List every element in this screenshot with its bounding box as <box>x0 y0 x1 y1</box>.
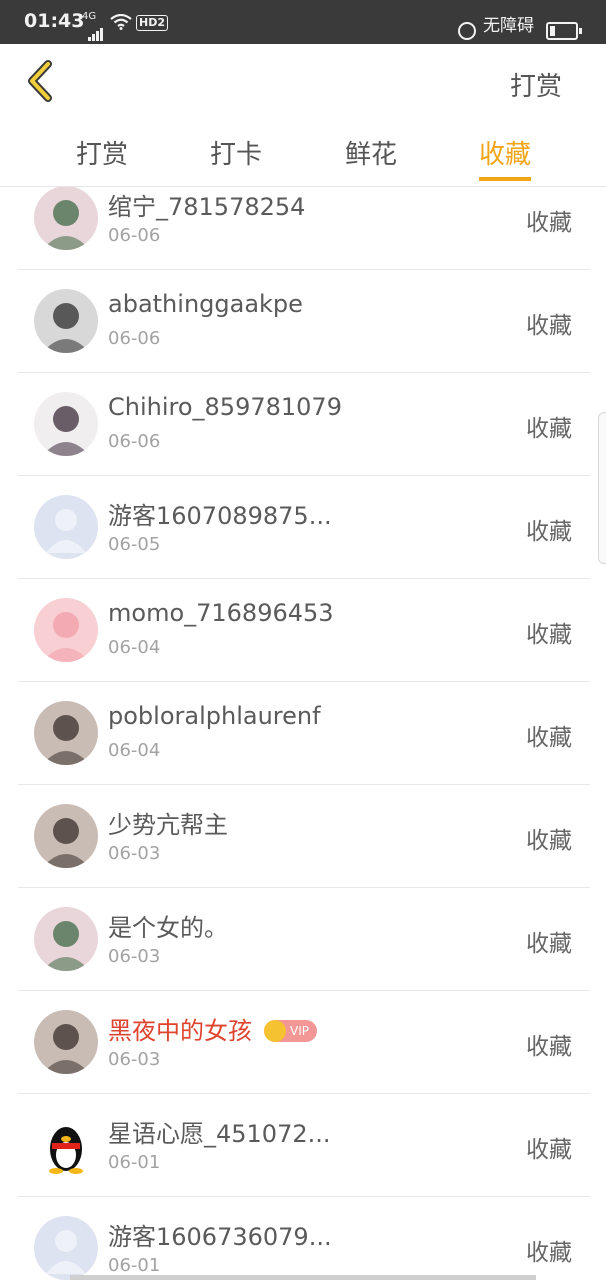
tab-checkin[interactable]: 打卡 <box>210 134 262 171</box>
user-name[interactable]: momo_716896453 <box>108 599 334 627</box>
favorite-date: 06-01 <box>108 1255 161 1276</box>
favorite-date: 06-06 <box>108 431 161 452</box>
favorite-date: 06-06 <box>108 225 161 246</box>
girl-photo-avatar[interactable] <box>34 701 98 765</box>
list-item[interactable]: 星语心愿_451072... 06-01 收藏 <box>18 1094 590 1197</box>
favorite-action-label[interactable]: 收藏 <box>526 821 572 855</box>
favorite-action-label[interactable]: 收藏 <box>526 718 572 752</box>
favorite-action-label[interactable]: 收藏 <box>526 1233 572 1267</box>
tab-bar: 打赏 打卡 鲜花 收藏 <box>0 120 606 187</box>
user-name[interactable]: 黑夜中的女孩 VIP <box>108 1011 317 1046</box>
tab-flowers[interactable]: 鲜花 <box>345 134 397 171</box>
list-item[interactable]: 游客1607089875... 06-05 收藏 <box>18 476 590 579</box>
user-name[interactable]: 是个女的。 <box>108 908 228 943</box>
favorite-date: 06-01 <box>108 1152 161 1173</box>
list-item[interactable]: 黑夜中的女孩 VIP 06-03 收藏 <box>18 991 590 1094</box>
scroll-handle[interactable] <box>598 412 606 564</box>
hd-icon: HD2 <box>136 15 168 31</box>
reward-button[interactable]: 打赏 <box>510 66 562 103</box>
user-name[interactable]: 星语心愿_451072... <box>108 1114 331 1149</box>
tab-reward[interactable]: 打赏 <box>76 134 128 171</box>
list-item[interactable]: 绾宁_781578254 06-06 收藏 <box>18 187 590 270</box>
favorite-action-label[interactable]: 收藏 <box>526 615 572 649</box>
user-name[interactable]: 少势亢帮主 <box>108 805 228 840</box>
favorite-action-label[interactable]: 收藏 <box>526 306 572 340</box>
favorite-action-label[interactable]: 收藏 <box>526 512 572 546</box>
user-name-text: 星语心愿_451072... <box>108 1120 331 1148</box>
favorite-date: 06-03 <box>108 1049 161 1070</box>
list-item[interactable]: 少势亢帮主 06-03 收藏 <box>18 785 590 888</box>
vip-badge: VIP <box>264 1020 317 1042</box>
user-name-text: 少势亢帮主 <box>108 811 228 839</box>
accessibility-label: 无障碍 <box>483 16 534 36</box>
girl-photo-avatar[interactable] <box>34 804 98 868</box>
anime-boy-avatar[interactable] <box>34 392 98 456</box>
favorite-action-label[interactable]: 收藏 <box>526 924 572 958</box>
anime-girl-avatar[interactable] <box>34 907 98 971</box>
tab-favorites[interactable]: 收藏 <box>479 134 531 171</box>
list-item[interactable]: pobloralphlaurenf 06-04 收藏 <box>18 682 590 785</box>
favorite-action-label[interactable]: 收藏 <box>526 1130 572 1164</box>
wifi-icon <box>110 14 132 30</box>
status-bar: 01:43 4G HD2 无障碍 <box>0 0 606 44</box>
header: 打赏 <box>0 44 606 120</box>
user-name-text: momo_716896453 <box>108 599 334 627</box>
active-tab-indicator <box>479 177 531 181</box>
street-sign-avatar[interactable] <box>34 289 98 353</box>
user-name-text: 是个女的。 <box>108 914 228 942</box>
user-name-text: 黑夜中的女孩 <box>108 1017 252 1045</box>
favorite-action-label[interactable]: 收藏 <box>526 203 572 237</box>
user-name-text: pobloralphlaurenf <box>108 702 321 730</box>
user-name[interactable]: Chihiro_859781079 <box>108 393 342 421</box>
list-item[interactable]: 游客1606736079... 06-01 收藏 <box>18 1197 590 1280</box>
default-user-avatar[interactable] <box>34 495 98 559</box>
user-name-text: abathinggaakpe <box>108 290 303 318</box>
user-name[interactable]: 绾宁_781578254 <box>108 187 305 222</box>
signal-icon <box>88 22 104 41</box>
network-type: 4G <box>82 11 97 22</box>
back-arrow-icon[interactable] <box>22 58 56 104</box>
user-name[interactable]: abathinggaakpe <box>108 290 303 318</box>
anime-girl-avatar[interactable] <box>34 187 98 250</box>
favorite-action-label[interactable]: 收藏 <box>526 409 572 443</box>
dnd-icon <box>458 22 476 40</box>
favorite-date: 06-05 <box>108 534 161 555</box>
favorite-date: 06-03 <box>108 946 161 967</box>
list-item[interactable]: 是个女的。 06-03 收藏 <box>18 888 590 991</box>
gesture-bar <box>70 1275 536 1280</box>
user-name[interactable]: pobloralphlaurenf <box>108 702 321 730</box>
user-name[interactable]: 游客1606736079... <box>108 1217 332 1252</box>
favorite-date: 06-04 <box>108 637 161 658</box>
pink-cartoon-avatar[interactable] <box>34 598 98 662</box>
user-name-text: 绾宁_781578254 <box>108 193 306 221</box>
status-time: 01:43 <box>24 10 85 32</box>
list-item[interactable]: momo_716896453 06-04 收藏 <box>18 579 590 682</box>
qq-penguin-avatar[interactable] <box>34 1113 98 1177</box>
favorite-date: 06-06 <box>108 328 161 349</box>
battery-icon <box>546 22 582 40</box>
crown-icon <box>264 1020 286 1042</box>
user-name-text: Chihiro_859781079 <box>108 393 342 421</box>
favorite-action-label[interactable]: 收藏 <box>526 1027 572 1061</box>
user-name-text: 游客1606736079... <box>108 1223 332 1251</box>
default-user-avatar[interactable] <box>34 1216 98 1280</box>
list-item[interactable]: abathinggaakpe 06-06 收藏 <box>18 270 590 373</box>
favorite-date: 06-04 <box>108 740 161 761</box>
favorites-list: 绾宁_781578254 06-06 收藏 abathinggaakpe 06-06 收藏… <box>18 187 590 1280</box>
user-name-text: 游客1607089875... <box>108 502 332 530</box>
girl-photo-avatar[interactable] <box>34 1010 98 1074</box>
vip-label: VIP <box>290 1024 309 1038</box>
user-name[interactable]: 游客1607089875... <box>108 496 332 531</box>
list-item[interactable]: Chihiro_859781079 06-06 收藏 <box>18 373 590 476</box>
favorite-date: 06-03 <box>108 843 161 864</box>
